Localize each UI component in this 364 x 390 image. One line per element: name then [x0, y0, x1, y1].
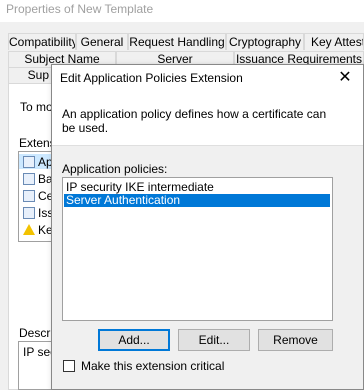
edit-button[interactable]: Edit... — [178, 329, 250, 351]
parent-title-bar: Properties of New Template — [0, 0, 364, 22]
list-item-selected[interactable]: Server Authentication — [64, 194, 330, 207]
remove-button[interactable]: Remove — [258, 329, 333, 351]
close-icon[interactable]: ✕ — [335, 68, 355, 88]
dialog-title: Edit Application Policies Extension — [60, 71, 243, 85]
extension-icon — [23, 190, 35, 202]
warning-icon — [23, 224, 35, 235]
edit-application-policies-dialog: Edit Application Policies Extension ✕ An… — [51, 64, 364, 390]
dialog-description: An application policy defines how a cert… — [62, 107, 327, 135]
extension-icon — [23, 207, 35, 219]
application-policies-list[interactable]: IP security IKE intermediate Server Auth… — [62, 177, 333, 321]
parent-window-title: Properties of New Template — [6, 2, 154, 16]
tab-request-handling[interactable]: Request Handling — [128, 33, 226, 50]
tab-general[interactable]: General — [76, 33, 128, 50]
extension-icon — [23, 173, 35, 185]
dialog-description-area: An application policy defines how a cert… — [52, 93, 363, 146]
add-button[interactable]: Add... — [98, 329, 170, 351]
tab-cryptography[interactable]: Cryptography — [226, 33, 304, 50]
tab-key-attestation[interactable]: Key Attesta — [304, 33, 364, 50]
dialog-title-bar: Edit Application Policies Extension ✕ — [52, 65, 363, 93]
extension-icon — [23, 156, 35, 168]
critical-checkbox[interactable] — [63, 360, 75, 372]
policies-label: Application policies: — [62, 162, 168, 176]
tab-compatibility[interactable]: Compatibility — [8, 33, 76, 50]
critical-checkbox-label[interactable]: Make this extension critical — [81, 359, 224, 373]
